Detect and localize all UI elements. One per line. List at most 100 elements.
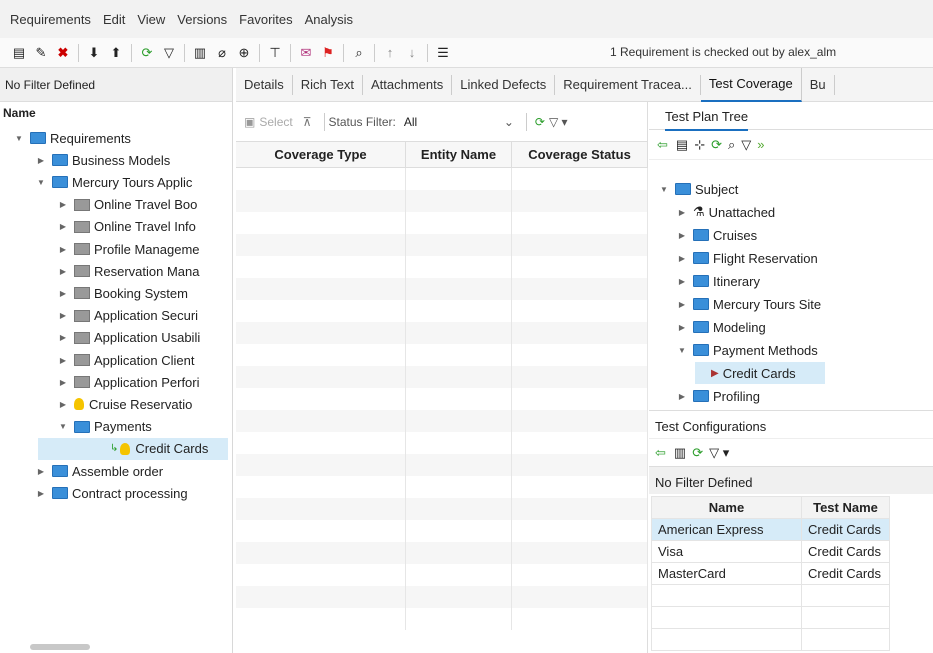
table-row[interactable]: MasterCard Credit Cards (651, 562, 890, 585)
tree-node[interactable]: ▶ Profile Manageme (58, 238, 200, 260)
status-filter-select[interactable]: All (404, 115, 504, 129)
table-row[interactable] (236, 410, 648, 432)
zoom-icon[interactable]: ⊕ (235, 44, 253, 62)
table-row[interactable] (236, 542, 648, 564)
test-plan-node[interactable]: ▶ ⚗ Unattached (677, 201, 775, 223)
move-up-icon[interactable]: ↑ (381, 44, 399, 62)
table-row[interactable] (236, 256, 648, 278)
tree-node[interactable]: ▶ Contract processing (36, 482, 188, 504)
table-row[interactable] (236, 344, 648, 366)
tree-node[interactable]: ▶ Reservation Mana (58, 260, 200, 282)
flag-icon[interactable]: ⚑ (319, 44, 337, 62)
tree-node[interactable]: ▶ Booking System (58, 282, 188, 304)
mail-icon[interactable]: ✉ (297, 44, 315, 62)
filter-icon[interactable]: ▽ (741, 137, 751, 153)
back-arrow-icon[interactable]: ⇦ (655, 445, 666, 461)
menu-analysis[interactable]: Analysis (305, 12, 353, 27)
table-row[interactable]: American Express Credit Cards (651, 518, 890, 541)
columns-icon[interactable]: ▥ (674, 445, 686, 461)
expand-arrow-icon[interactable]: ▶ (677, 208, 687, 217)
expand-icon[interactable]: ⊹ (694, 137, 705, 153)
table-row[interactable]: Visa Credit Cards (651, 540, 890, 563)
table-row[interactable] (236, 432, 648, 454)
test-plan-node[interactable]: ▶ Modeling (677, 316, 766, 338)
expand-arrow-icon[interactable]: ▶ (58, 356, 68, 365)
tree-node[interactable]: ▶ Application Client (58, 349, 195, 371)
tab-rich-text[interactable]: Rich Text (293, 74, 363, 95)
tree-node[interactable]: ▶ Assemble order (36, 460, 163, 482)
tree-node[interactable]: ▶ Application Perfori (58, 371, 200, 393)
expand-arrow-icon[interactable]: ▶ (677, 323, 687, 332)
filter-icon[interactable]: ▽ ▾ (709, 445, 729, 461)
expand-arrow-icon[interactable]: ▶ (677, 231, 687, 240)
table-row[interactable] (236, 278, 648, 300)
tree-node[interactable]: ▼ Mercury Tours Applic (36, 171, 192, 193)
test-plan-node[interactable]: ▶ Credit Cards (695, 362, 825, 384)
remove-coverage-icon[interactable]: ⊼ (303, 115, 312, 129)
tree-node[interactable]: ▶ Online Travel Boo (58, 194, 197, 216)
table-row[interactable] (236, 586, 648, 608)
comment-icon[interactable]: ☰ (434, 44, 452, 62)
select-button[interactable]: Select (259, 115, 292, 129)
tab-requirement-tracea-[interactable]: Requirement Tracea... (555, 74, 701, 95)
expand-arrow-icon[interactable]: ▶ (677, 277, 687, 286)
test-plan-node[interactable]: ▶ Mercury Tours Site (677, 293, 821, 315)
go-to-icon[interactable]: » (757, 137, 764, 152)
menu-view[interactable]: View (137, 12, 165, 27)
tab-linked-defects[interactable]: Linked Defects (452, 74, 556, 95)
tab-test-plan-tree[interactable]: Test Plan Tree (649, 102, 933, 131)
select-tests-icon[interactable]: ▣ (244, 115, 255, 129)
tab-details[interactable]: Details (236, 74, 293, 95)
menu-favorites[interactable]: Favorites (239, 12, 292, 27)
table-row[interactable] (236, 454, 648, 476)
table-row[interactable] (236, 366, 648, 388)
tree-node[interactable]: ▼ Payments (58, 416, 152, 438)
test-plan-node[interactable]: ▶ Cruises (677, 224, 757, 246)
column-header[interactable]: Test Name (801, 496, 890, 519)
delete-icon[interactable]: ✖ (54, 44, 72, 62)
refresh-icon[interactable]: ⟳ (535, 115, 545, 129)
check-out-icon[interactable]: ⬇ (85, 44, 103, 62)
tab-bu[interactable]: Bu (802, 74, 835, 95)
expand-arrow-icon[interactable]: ▶ (677, 392, 687, 401)
table-row[interactable] (236, 388, 648, 410)
find-icon[interactable]: ⌕ (728, 137, 735, 153)
tab-test-coverage[interactable]: Test Coverage (700, 67, 802, 102)
tab-attachments[interactable]: Attachments (363, 74, 453, 95)
table-row[interactable] (236, 498, 648, 520)
pin-icon[interactable]: ⊤ (266, 44, 284, 62)
tree-node[interactable]: ↳ Credit Cards (38, 437, 228, 460)
collapse-arrow-icon[interactable]: ▼ (659, 185, 669, 194)
expand-arrow-icon[interactable]: ▶ (58, 245, 68, 254)
expand-arrow-icon[interactable]: ▶ (58, 200, 68, 209)
table-row[interactable] (236, 564, 648, 586)
new-requirement-icon[interactable]: ✎ (32, 44, 50, 62)
column-coverage-status[interactable]: Coverage Status (512, 142, 648, 167)
collapse-arrow-icon[interactable]: ▼ (58, 422, 68, 431)
table-row[interactable] (236, 476, 648, 498)
chevron-down-icon[interactable]: ⌄ (504, 115, 514, 129)
table-row[interactable] (236, 322, 648, 344)
test-plan-node[interactable]: ▶ Profiling (677, 385, 760, 407)
table-row[interactable] (236, 168, 648, 190)
columns-icon[interactable]: ▥ (191, 44, 209, 62)
expand-arrow-icon[interactable]: ▶ (58, 267, 68, 276)
filter-icon[interactable]: ▽ ▾ (549, 115, 568, 129)
refresh-icon[interactable]: ⟳ (138, 44, 156, 62)
table-row[interactable] (236, 234, 648, 256)
expand-arrow-icon[interactable]: ▶ (36, 467, 46, 476)
tree-node[interactable]: ▶ Application Securi (58, 305, 198, 327)
collapse-arrow-icon[interactable]: ▼ (14, 134, 24, 143)
table-row[interactable] (236, 190, 648, 212)
tree-node[interactable]: ▶ Application Usabili (58, 327, 200, 349)
test-plan-node[interactable]: ▶ Flight Reservation (677, 247, 818, 269)
menu-versions[interactable]: Versions (177, 12, 227, 27)
table-row[interactable] (236, 608, 648, 630)
test-plan-node[interactable]: ▶ Itinerary (677, 270, 760, 292)
table-row[interactable] (236, 300, 648, 322)
expand-arrow-icon[interactable]: ▶ (58, 333, 68, 342)
test-plan-node[interactable]: ▼ Subject (659, 178, 738, 200)
column-coverage-type[interactable]: Coverage Type (236, 142, 406, 167)
back-arrow-icon[interactable]: ⇦ (657, 137, 668, 153)
tree-node[interactable]: ▶ Online Travel Info (58, 216, 196, 238)
